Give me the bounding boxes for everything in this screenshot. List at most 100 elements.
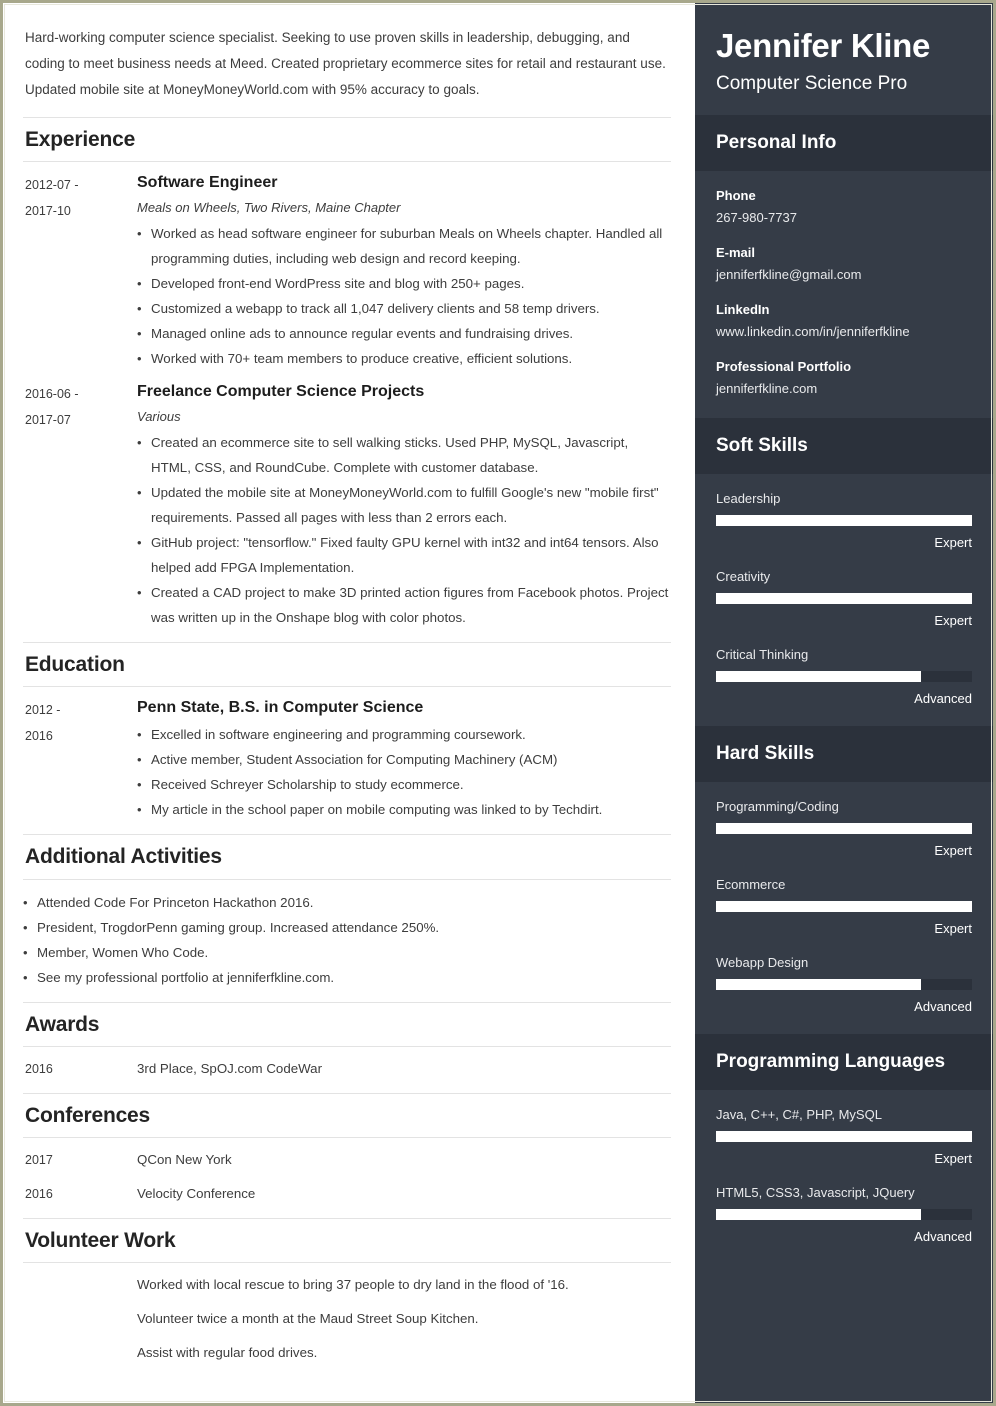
skill-progress-bar (716, 1209, 972, 1220)
skill-progress-fill (716, 901, 972, 912)
contact-value: jenniferfkline@gmail.com (716, 267, 862, 282)
skill-progress-bar (716, 979, 972, 990)
skill-progress-fill (716, 1209, 921, 1220)
conference-text: QCon New York (137, 1151, 232, 1167)
resume-sidebar: Jennifer Kline Computer Science Pro Pers… (695, 3, 993, 1403)
skill-label: HTML5, CSS3, Javascript, JQuery (716, 1185, 915, 1200)
skill-progress-fill (716, 515, 972, 526)
conferences-entries: 2017 QCon New York 2016 Velocity Confere… (23, 1138, 671, 1218)
section-title: Awards (25, 1012, 100, 1036)
section-title: Experience (25, 128, 136, 151)
skill-level-label: Advanced (914, 999, 972, 1014)
entry-bullet-list: Excelled in software engineering and pro… (137, 722, 671, 822)
skill-progress-fill (716, 1131, 972, 1142)
section-title: Education (25, 653, 125, 677)
conference-year: 2017 (25, 1152, 53, 1167)
list-item: Managed online ads to announce regular e… (137, 321, 671, 346)
education-entries: 2012 - 2016 Penn State, B.S. in Computer… (23, 687, 671, 834)
professional-summary: Hard-working computer science specialist… (25, 30, 666, 97)
entry-employer: Various (137, 409, 181, 425)
skill-label: Critical Thinking (716, 647, 809, 662)
skill-item: HTML5, CSS3, Javascript, JQuery Advanced (716, 1182, 972, 1248)
sidebar-hard-skills-body: Programming/Coding Expert Ecommerce Expe… (695, 782, 993, 1034)
contact-value: jenniferfkline.com (716, 381, 818, 396)
section-volunteer-work: Volunteer Work Worked with local rescue … (23, 1217, 671, 1377)
sidebar-section-title: Hard Skills (716, 743, 815, 764)
awards-entries: 2016 3rd Place, SpOJ.com CodeWar (23, 1047, 671, 1093)
contact-item-portfolio: Professional Portfolio jenniferfkline.co… (716, 356, 972, 400)
entry-date-end: 2017-10 (25, 204, 71, 219)
award-year: 2016 (25, 1061, 53, 1076)
education-entry: 2012 - 2016 Penn State, B.S. in Computer… (23, 697, 671, 822)
skill-label: Webapp Design (716, 955, 809, 970)
section-header-conferences: Conferences (23, 1092, 671, 1138)
section-header-volunteer-work: Volunteer Work (23, 1217, 671, 1264)
contact-value: www.linkedin.com/in/jenniferfkline (716, 324, 910, 339)
sidebar-personal-info-body: Phone 267-980-7737 E-mail jenniferfkline… (695, 171, 993, 418)
skill-item: Leadership Expert (716, 488, 972, 554)
entry-job-title: Software Engineer (137, 174, 278, 192)
section-education: Education 2012 - 2016 Penn State, B.S. i… (23, 642, 671, 834)
sidebar-programming-languages-body: Java, C++, C#, PHP, MySQL Expert HTML5, … (695, 1090, 993, 1264)
skill-label: Programming/Coding (716, 799, 839, 814)
contact-item-linkedin: LinkedIn www.linkedin.com/in/jenniferfkl… (716, 299, 972, 343)
contact-label: Professional Portfolio (716, 359, 852, 374)
skill-item: Webapp Design Advanced (716, 952, 972, 1018)
contact-label: LinkedIn (716, 302, 770, 317)
list-item: See my professional portfolio at jennife… (23, 965, 671, 990)
entry-date-range: 2016-06 - 2017-07 (23, 381, 137, 433)
skill-level-label: Expert (934, 843, 972, 858)
sidebar-section-header-personal-info: Personal Info (695, 115, 993, 171)
volunteer-line: Worked with local rescue to bring 37 peo… (137, 1277, 569, 1293)
sidebar-section-header-soft-skills: Soft Skills (695, 418, 993, 474)
sidebar-section-title: Soft Skills (716, 435, 808, 456)
contact-item-email: E-mail jenniferfkline@gmail.com (716, 242, 972, 286)
list-item: President, TrogdorPenn gaming group. Inc… (23, 915, 671, 940)
skill-progress-bar (716, 901, 972, 912)
volunteer-line: Assist with regular food drives. (137, 1345, 318, 1361)
skill-progress-bar (716, 515, 972, 526)
conference-text: Velocity Conference (137, 1185, 256, 1201)
entry-body: Freelance Computer Science Projects Vari… (137, 381, 671, 630)
list-item: My article in the school paper on mobile… (137, 797, 671, 822)
skill-label: Creativity (716, 569, 771, 584)
section-awards: Awards 2016 3rd Place, SpOJ.com CodeWar (23, 1001, 671, 1093)
list-item: Worked as head software engineer for sub… (137, 221, 671, 271)
experience-entry: 2012-07 - 2017-10 Software Engineer Meal… (23, 172, 671, 371)
entry-body: Software Engineer Meals on Wheels, Two R… (137, 172, 671, 371)
sidebar-section-header-programming-languages: Programming Languages (695, 1034, 993, 1090)
volunteer-line: Volunteer twice a month at the Maud Stre… (137, 1311, 479, 1327)
skill-level-label: Expert (934, 535, 972, 550)
resume-main-column: Hard-working computer science specialist… (3, 3, 695, 1403)
contact-label: Phone (716, 188, 756, 203)
volunteer-entries: Worked with local rescue to bring 37 peo… (23, 1263, 671, 1377)
skill-progress-bar (716, 823, 972, 834)
table-row: 2016 3rd Place, SpOJ.com CodeWar (23, 1057, 671, 1081)
contact-label: E-mail (716, 245, 756, 260)
entry-date-end: 2017-07 (25, 413, 71, 428)
page-title: Jennifer Kline (716, 27, 931, 64)
experience-entry: 2016-06 - 2017-07 Freelance Computer Sci… (23, 381, 671, 630)
skill-item: Ecommerce Expert (716, 874, 972, 940)
entry-employer: Meals on Wheels, Two Rivers, Maine Chapt… (137, 200, 401, 216)
entry-bullet-list: Created an ecommerce site to sell walkin… (137, 430, 671, 630)
list-item: Created an ecommerce site to sell walkin… (137, 430, 671, 480)
entry-date-range: 2012 - 2016 (23, 697, 137, 749)
list-item: Excelled in software engineering and pro… (137, 722, 671, 747)
entry-date-end: 2016 (25, 729, 53, 744)
list-item: Active member, Student Association for C… (137, 747, 671, 772)
entry-bullet-list: Worked as head software engineer for sub… (137, 221, 671, 371)
contact-item-phone: Phone 267-980-7737 (716, 185, 972, 229)
skill-level-label: Expert (934, 613, 972, 628)
section-conferences: Conferences 2017 QCon New York 2016 Velo… (23, 1092, 671, 1218)
skill-progress-fill (716, 593, 972, 604)
list-item: Customized a webapp to track all 1,047 d… (137, 296, 671, 321)
table-row: 2016 Velocity Conference (23, 1182, 671, 1206)
section-additional-activities: Additional Activities Attended Code For … (23, 834, 671, 1001)
section-title: Conferences (25, 1103, 151, 1127)
skill-progress-bar (716, 593, 972, 604)
resume-page: Hard-working computer science specialist… (0, 0, 996, 1406)
section-header-awards: Awards (23, 1001, 671, 1047)
section-title: Additional Activities (25, 845, 222, 869)
activities-bullet-list: Attended Code For Princeton Hackathon 20… (23, 890, 671, 990)
